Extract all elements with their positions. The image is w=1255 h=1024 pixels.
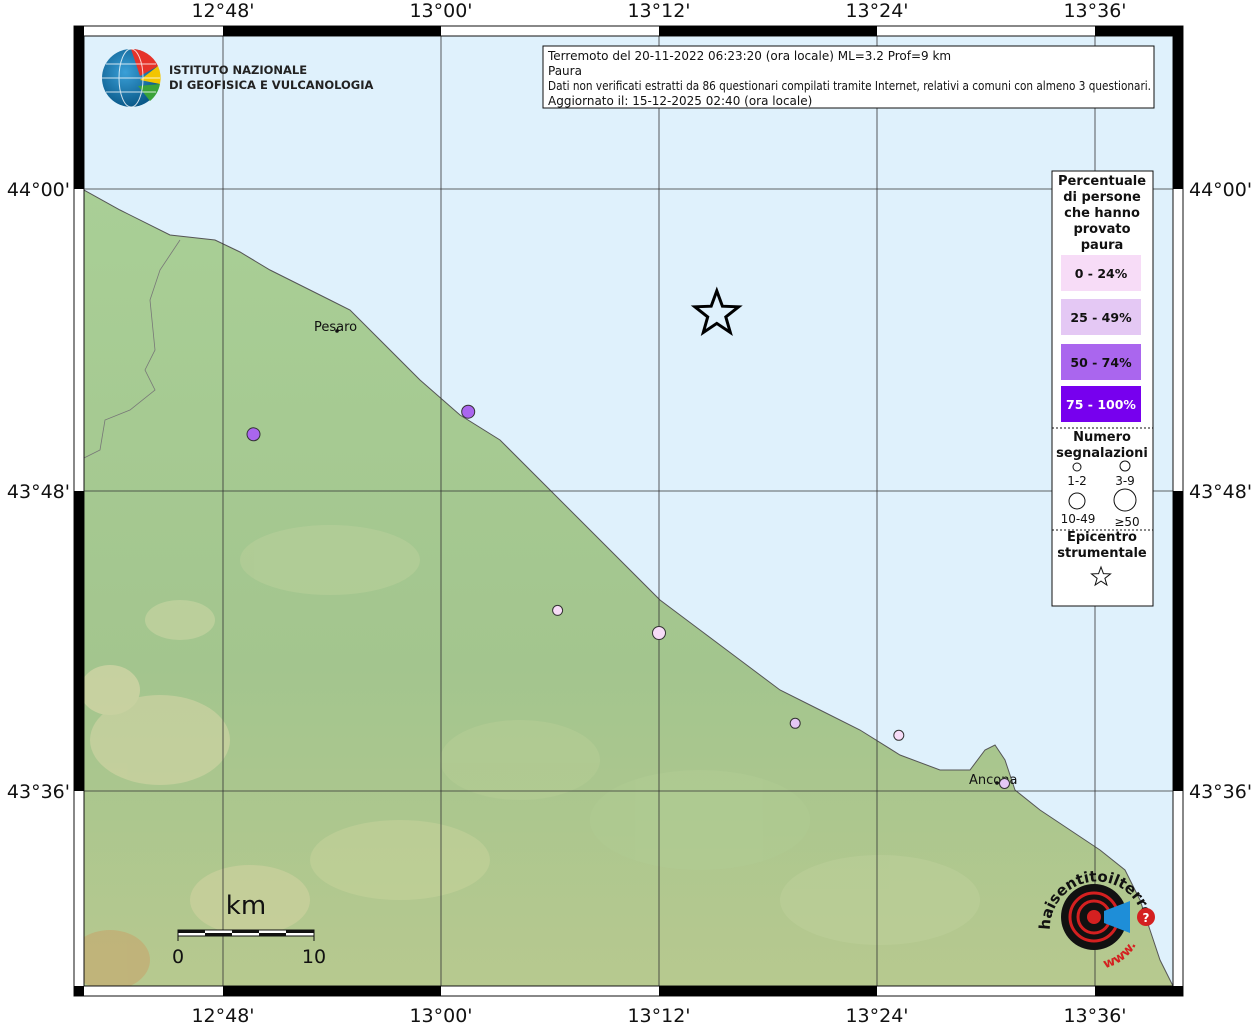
- lon-label: 13°12': [627, 1005, 690, 1024]
- legend-size-symbol: [1072, 462, 1082, 472]
- lat-label: 44°00': [1189, 179, 1252, 201]
- legend-title-line: paura: [1081, 238, 1124, 253]
- legend-title-line: provato: [1073, 222, 1130, 237]
- lon-label: 12°48': [191, 1005, 254, 1024]
- lat-label: 43°48': [7, 481, 70, 503]
- legend-size-label: 3-9: [1115, 474, 1135, 488]
- info-parameter: Paura: [548, 64, 582, 78]
- report-marker: [246, 427, 261, 442]
- lat-label: 44°00': [7, 179, 70, 201]
- legend-count-title: Numero: [1073, 430, 1131, 445]
- lon-label: 13°00': [409, 0, 472, 22]
- question-glyph: ?: [1143, 911, 1150, 925]
- report-marker: [893, 729, 905, 741]
- legend-swatch-label: 50 - 74%: [1070, 355, 1132, 370]
- info-box: Terremoto del 20-11-2022 06:23:20 (ora l…: [542, 45, 1155, 109]
- city-ancona: Ancona: [969, 773, 1017, 788]
- scale-max: 10: [302, 946, 326, 968]
- legend-size-symbol: [1068, 492, 1086, 510]
- legend-size-label: 1-2: [1067, 474, 1087, 488]
- info-updated: Aggiornato il: 15-12-2025 02:40 (ora loc…: [548, 94, 812, 108]
- legend-swatch-label: 75 - 100%: [1066, 397, 1136, 412]
- lat-label: 43°48': [1189, 481, 1252, 503]
- city-label: Ancona: [969, 773, 1017, 788]
- lon-label: 13°12': [627, 0, 690, 22]
- legend-swatch-label: 25 - 49%: [1070, 310, 1132, 325]
- lon-label: 13°24': [845, 1005, 908, 1024]
- scale-unit: km: [226, 891, 266, 921]
- report-marker: [789, 717, 801, 729]
- legend-size-label: ≥50: [1114, 515, 1139, 529]
- city-pesaro: Pesaro: [314, 320, 357, 335]
- lon-labels-top: 12°48' 13°00' 13°12' 13°24' 13°36': [191, 0, 1126, 22]
- lon-label: 13°24': [845, 0, 908, 22]
- lon-label: 13°36': [1063, 1005, 1126, 1024]
- legend-title-line: che hanno: [1064, 206, 1140, 221]
- lon-labels-bottom: 12°48' 13°00' 13°12' 13°24' 13°36': [191, 1005, 1126, 1024]
- legend-title-line: Percentuale: [1058, 174, 1146, 189]
- lon-label: 13°00': [409, 1005, 472, 1024]
- legend-size-label: 10-49: [1061, 512, 1096, 526]
- legend-size-symbol: [1113, 488, 1137, 512]
- legend-title-line: di persone: [1063, 190, 1141, 205]
- report-marker: [652, 626, 666, 640]
- lat-labels-right: 44°00' 43°48' 43°36': [1189, 179, 1252, 803]
- info-disclaimer: Dati non verificati estratti da 86 quest…: [548, 79, 1151, 93]
- legend: Percentuale di persone che hanno provato…: [1051, 170, 1154, 607]
- legend-epicenter-title: Epicentro: [1067, 530, 1137, 545]
- legend-epicenter-title: strumentale: [1057, 546, 1147, 561]
- legend-swatch-label: 0 - 24%: [1075, 266, 1128, 281]
- map-figure: 12°48' 13°00' 13°12' 13°24' 13°36' 12°48…: [0, 0, 1252, 1024]
- institute-name-line1: ISTITUTO NAZIONALE: [169, 63, 307, 77]
- city-label: Pesaro: [314, 320, 357, 335]
- legend-size-symbol: [1119, 460, 1131, 472]
- report-marker: [461, 404, 476, 419]
- lon-label: 12°48': [191, 0, 254, 22]
- lat-label: 43°36': [1189, 781, 1252, 803]
- lat-label: 43°36': [7, 781, 70, 803]
- institute-name-line2: DI GEOFISICA E VULCANOLOGIA: [169, 78, 374, 92]
- target-center: [1087, 910, 1101, 924]
- lon-label: 13°36': [1063, 0, 1126, 22]
- report-marker: [999, 778, 1010, 789]
- report-marker: [552, 604, 564, 616]
- info-event: Terremoto del 20-11-2022 06:23:20 (ora l…: [547, 49, 951, 63]
- lat-labels-left: 44°00' 43°48' 43°36': [7, 179, 70, 803]
- scale-min: 0: [172, 946, 184, 968]
- legend-count-title: segnalazioni: [1056, 446, 1148, 461]
